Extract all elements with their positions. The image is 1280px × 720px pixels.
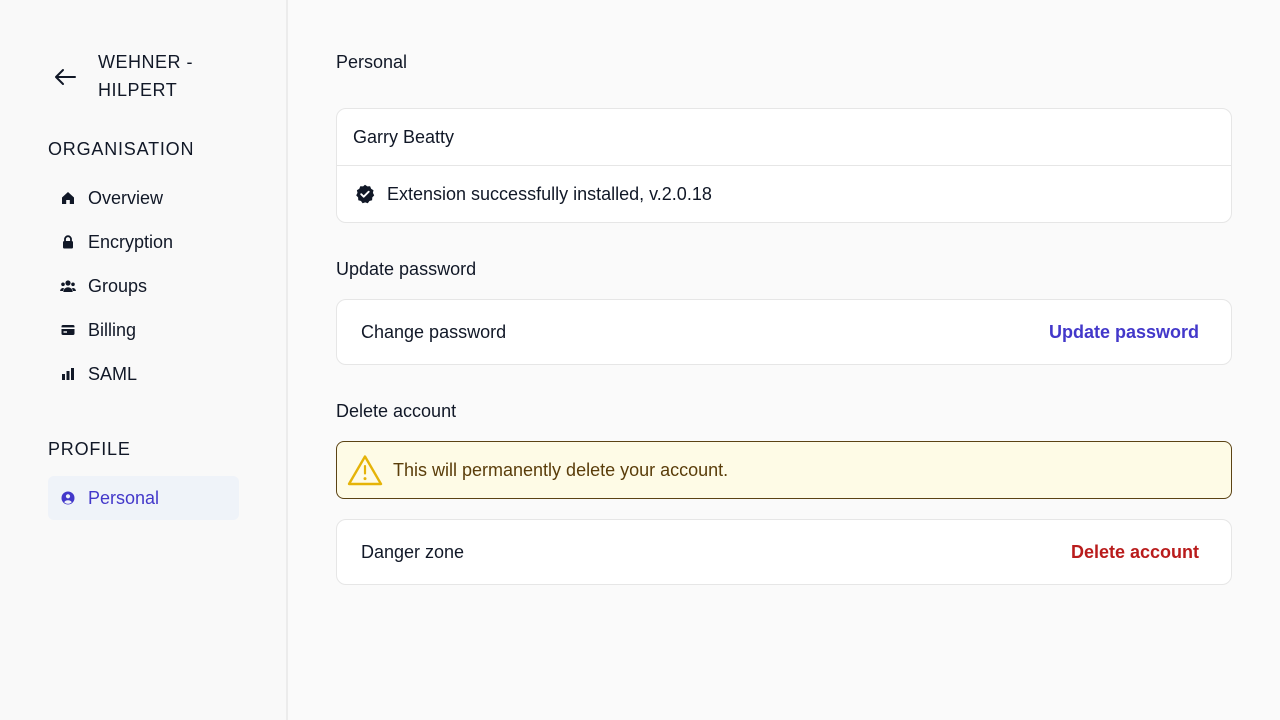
profile-nav: Personal: [48, 476, 239, 520]
sidebar-item-label: Overview: [88, 187, 164, 208]
check-badge-icon: [355, 184, 375, 204]
sidebar-item-billing[interactable]: Billing: [48, 308, 239, 352]
sidebar-item-label: SAML: [88, 363, 138, 384]
update-password-heading: Update password: [336, 259, 477, 279]
update-password-button[interactable]: Update password: [1049, 322, 1199, 343]
extension-status-row: Extension successfully installed, v.2.0.…: [337, 166, 1231, 222]
sidebar-item-encryption[interactable]: Encryption: [48, 220, 239, 264]
home-icon: [60, 190, 76, 206]
sidebar-item-saml[interactable]: SAML: [48, 352, 239, 396]
personal-heading: Personal: [336, 52, 408, 72]
sidebar-item-personal[interactable]: Personal: [48, 476, 239, 520]
sidebar-item-label: Personal: [88, 487, 160, 508]
profile-section-label: PROFILE: [48, 439, 131, 459]
change-password-label: Change password: [361, 321, 507, 342]
sidebar-item-overview[interactable]: Overview: [48, 176, 239, 220]
back-button[interactable]: [48, 60, 82, 94]
danger-zone-label: Danger zone: [361, 541, 465, 562]
change-password-row: Change password Update password: [337, 300, 1231, 364]
sidebar-item-label: Billing: [88, 319, 137, 340]
lock-icon: [60, 234, 76, 250]
credit-card-icon: [60, 322, 76, 338]
personal-card: Garry Beatty Extension successfully inst…: [336, 108, 1232, 223]
bar-chart-icon: [60, 366, 76, 382]
organisation-nav: Overview Encryption Groups Billing SAML: [48, 176, 239, 396]
organisation-section-label: ORGANISATION: [48, 139, 195, 159]
user-circle-icon: [60, 490, 76, 506]
danger-zone-card: Danger zone Delete account: [336, 519, 1232, 585]
warning-triangle-icon: [347, 454, 383, 486]
password-card: Change password Update password: [336, 299, 1232, 365]
org-header: WEHNER - HILPERT: [48, 48, 248, 104]
sidebar: WEHNER - HILPERT ORGANISATION Overview E…: [0, 0, 288, 720]
warning-text: This will permanently delete your accoun…: [393, 459, 729, 480]
danger-zone-row: Danger zone Delete account: [337, 520, 1231, 584]
org-name: WEHNER - HILPERT: [98, 52, 193, 100]
user-name-row: Garry Beatty: [337, 109, 1231, 165]
users-icon: [60, 278, 76, 294]
extension-status-text: Extension successfully installed, v.2.0.…: [387, 183, 712, 204]
sidebar-item-label: Groups: [88, 275, 148, 296]
delete-account-button[interactable]: Delete account: [1071, 542, 1199, 563]
sidebar-item-label: Encryption: [88, 231, 174, 252]
delete-warning-alert: This will permanently delete your accoun…: [336, 441, 1232, 499]
delete-account-heading: Delete account: [336, 401, 457, 421]
sidebar-item-groups[interactable]: Groups: [48, 264, 239, 308]
user-name: Garry Beatty: [353, 126, 455, 147]
arrow-left-icon: [55, 69, 76, 85]
